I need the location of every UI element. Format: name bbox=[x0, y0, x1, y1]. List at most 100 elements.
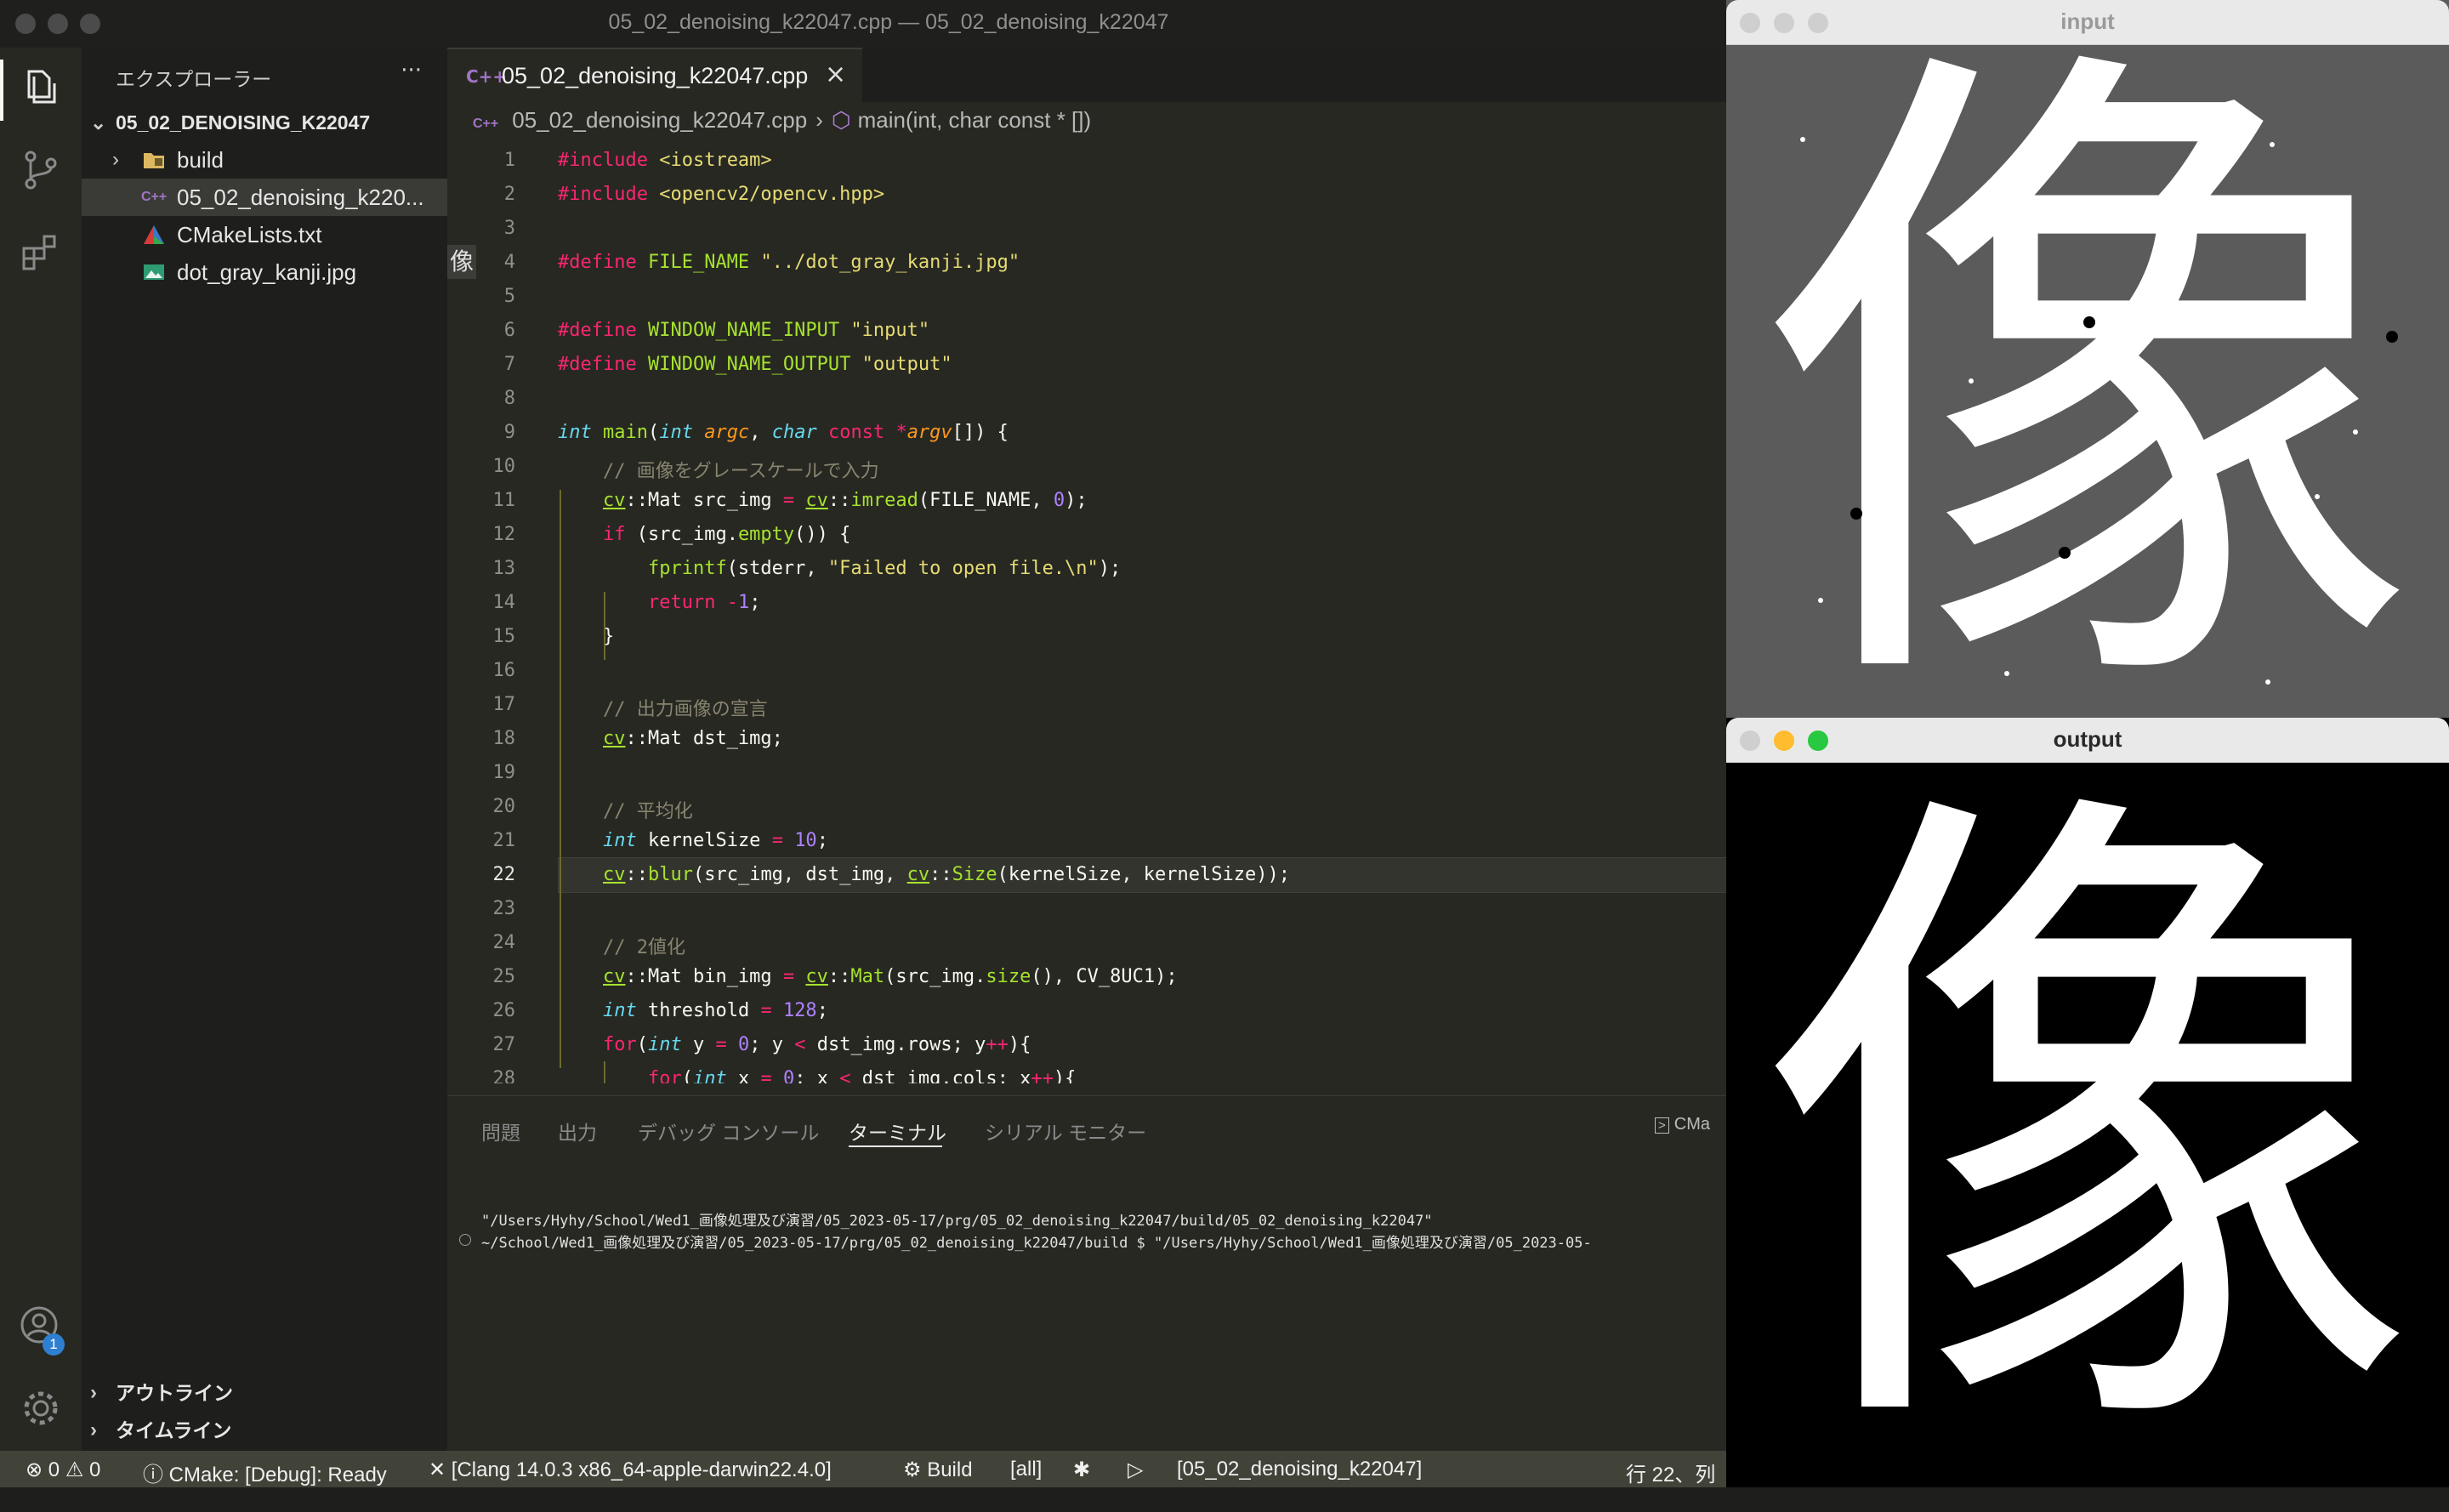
line-number: 5 bbox=[503, 286, 515, 307]
line-number: 11 bbox=[492, 490, 516, 511]
breadcrumb-symbol[interactable]: main(int, char const * []) bbox=[858, 107, 1092, 133]
line-number: 18 bbox=[492, 728, 516, 749]
line-number: 19 bbox=[492, 762, 516, 783]
chevron-right-icon: › bbox=[815, 107, 823, 133]
tree-item-image[interactable]: dot_gray_kanji.jpg bbox=[82, 253, 447, 291]
chevron-right-icon: › bbox=[112, 148, 119, 171]
code-line: // 2値化 bbox=[558, 937, 685, 958]
code-line: if (src_img.empty()) { bbox=[602, 524, 851, 545]
code-line: fprintf(stderr, "Failed to open file.\n"… bbox=[647, 558, 1122, 579]
timeline-section[interactable]: › タイムライン bbox=[82, 1412, 447, 1449]
line-number: 26 bbox=[492, 1000, 516, 1021]
code-line: } bbox=[558, 626, 615, 647]
chevron-right-icon: › bbox=[90, 1418, 97, 1441]
explorer-sidebar: エクスプローラー ··· ⌄ 05_02_DENOISING_K22047 › … bbox=[82, 48, 447, 1451]
tab-terminal[interactable]: ターミナル bbox=[849, 1117, 946, 1145]
line-number: 23 bbox=[492, 898, 516, 919]
code-line: #define WINDOW_NAME_INPUT "input" bbox=[558, 320, 930, 341]
outline-section[interactable]: › アウトライン bbox=[82, 1374, 447, 1412]
breadcrumb: C++ 05_02_denoising_k22047.cpp › ⬡ main(int,… bbox=[473, 107, 1091, 141]
warning-icon: ⚠ bbox=[65, 1458, 84, 1481]
code-line: return -1; bbox=[647, 592, 761, 613]
terminal-line-1: "/Users/Hyhy/School/Wed1_画像処理及び演習/05_202… bbox=[481, 1213, 1433, 1230]
build-target[interactable]: [all] bbox=[1010, 1458, 1042, 1481]
launch-target[interactable]: [05_02_denoising_k22047] bbox=[1177, 1458, 1422, 1481]
code-line: cv::Mat dst_img; bbox=[602, 728, 783, 749]
debug-bug-icon[interactable]: ✱ bbox=[1073, 1458, 1090, 1482]
code-line: cv::blur(src_img, dst_img, cv::Size(kern… bbox=[602, 864, 1290, 885]
explorer-files-icon[interactable] bbox=[19, 65, 63, 109]
activity-bar: 1 bbox=[0, 48, 82, 1451]
line-number: 2 bbox=[503, 184, 515, 205]
line-number: 24 bbox=[492, 932, 516, 953]
line-number: 3 bbox=[503, 218, 515, 239]
code-line: for(int y = 0; y < dst_img.rows; y++){ bbox=[602, 1034, 1031, 1055]
cmake-kit[interactable]: ✕ [Clang 14.0.3 x86_64-apple-darwin22.4.… bbox=[429, 1458, 832, 1482]
line-number: 7 bbox=[503, 354, 515, 375]
tab-serial-monitor[interactable]: シリアル モニター bbox=[985, 1117, 1146, 1145]
code-line: for(int x = 0; x < dst_img.cols; x++){ bbox=[647, 1068, 1077, 1083]
line-number: 21 bbox=[492, 830, 516, 851]
cpp-file-icon: C++ bbox=[466, 66, 508, 87]
noise-dots bbox=[1800, 137, 2398, 685]
more-actions-icon[interactable]: ··· bbox=[401, 58, 422, 83]
line-number: 22 bbox=[492, 864, 516, 885]
tree-item-build[interactable]: › build bbox=[82, 141, 447, 179]
line-number: 1 bbox=[503, 150, 515, 171]
line-number: 8 bbox=[503, 388, 515, 409]
line-number: 16 bbox=[492, 660, 516, 681]
gear-icon: ⚙ bbox=[903, 1458, 922, 1481]
settings-gear-icon[interactable] bbox=[19, 1386, 63, 1430]
code-line: #define FILE_NAME "../dot_gray_kanji.jpg… bbox=[558, 252, 1020, 273]
cursor-position[interactable]: 行 22、列 bbox=[1626, 1458, 1715, 1487]
terminal-icon: > bbox=[1655, 1117, 1669, 1134]
wrench-icon: ✕ bbox=[429, 1458, 446, 1481]
line-number: 20 bbox=[492, 796, 516, 817]
tab-output[interactable]: 出力 bbox=[558, 1117, 597, 1145]
cpp-file-icon: C++ bbox=[141, 190, 168, 204]
cmake-status[interactable]: ⓘ CMake: [Debug]: Ready bbox=[143, 1458, 387, 1487]
source-control-icon[interactable] bbox=[19, 148, 63, 192]
status-bar: ⊗ 0 ⚠ 0 ⓘ CMake: [Debug]: Ready ✕ [Clang… bbox=[0, 1451, 1726, 1487]
line-number: 27 bbox=[492, 1034, 516, 1055]
run-play-icon[interactable]: ▷ bbox=[1128, 1458, 1143, 1482]
tab-debug-console[interactable]: デバッグ コンソール bbox=[638, 1117, 819, 1145]
code-line: int main(int argc, char const *argv[]) { bbox=[558, 422, 1009, 443]
line-number: 17 bbox=[492, 694, 516, 715]
tree-item-cpp-file[interactable]: C++ 05_02_denoising_k220... bbox=[82, 179, 447, 216]
code-editor[interactable]: 1 2 3 4 5 6 7 8 9 10 11 12 13 14 15 16 17 18 19 20 21 22 23 24 2… bbox=[447, 143, 1726, 1083]
code-line: // 画像をグレースケールで入力 bbox=[558, 461, 879, 482]
line-number: 28 bbox=[492, 1068, 516, 1083]
title-bar: 05_02_denoising_k22047.cpp — 05_02_denoi… bbox=[0, 0, 1726, 48]
image-file-icon bbox=[144, 264, 164, 280]
editor-tab-bar: C++ 05_02_denoising_k22047.cpp × bbox=[447, 48, 1726, 104]
tab-label: 05_02_denoising_k22047.cpp bbox=[502, 63, 809, 88]
extensions-icon[interactable] bbox=[19, 230, 63, 274]
tree-item-cmakelists[interactable]: CMakeLists.txt bbox=[82, 216, 447, 253]
explorer-root-folder[interactable]: ⌄ 05_02_DENOISING_K22047 bbox=[82, 104, 447, 141]
bottom-panel: 問題 出力 デバッグ コンソール ターミナル シリアル モニター > CMa "/… bbox=[447, 1095, 1726, 1453]
window-title: 05_02_denoising_k22047.cpp — 05_02_denoi… bbox=[608, 10, 1169, 34]
cpp-file-icon: C++ bbox=[473, 117, 499, 131]
cmake-icon bbox=[144, 225, 164, 244]
code-line: #include <iostream> bbox=[558, 150, 772, 171]
code-line: #define WINDOW_NAME_OUTPUT "output" bbox=[558, 354, 952, 375]
code-line: cv::Mat src_img = cv::imread(FILE_NAME, … bbox=[602, 490, 1088, 511]
build-button[interactable]: ⚙ Build bbox=[903, 1458, 973, 1482]
account-badge: 1 bbox=[43, 1333, 65, 1356]
tab-problems[interactable]: 問題 bbox=[481, 1117, 520, 1145]
close-tab-icon[interactable]: × bbox=[825, 60, 846, 89]
code-line: // 平均化 bbox=[558, 801, 693, 822]
terminal-line-2: ~/School/Wed1_画像処理及び演習/05_2023-05-17/prg… bbox=[481, 1235, 1592, 1252]
terminal-instance-chip[interactable]: > CMa bbox=[1655, 1115, 1710, 1134]
line-number: 25 bbox=[492, 966, 516, 987]
breadcrumb-file[interactable]: 05_02_denoising_k22047.cpp bbox=[512, 107, 807, 133]
code-line: // 出力画像の宣言 bbox=[558, 699, 768, 720]
problems-counter[interactable]: ⊗ 0 ⚠ 0 bbox=[26, 1458, 100, 1482]
code-line: #include <opencv2/opencv.hpp> bbox=[558, 184, 885, 205]
line-number: 9 bbox=[503, 422, 515, 443]
editor-tab-active[interactable]: C++ 05_02_denoising_k22047.cpp × bbox=[447, 48, 862, 104]
code-line: cv::Mat bin_img = cv::Mat(src_img.size()… bbox=[602, 966, 1178, 987]
line-number: 4 bbox=[503, 252, 515, 273]
output-window: output 像 bbox=[1726, 718, 2449, 1500]
